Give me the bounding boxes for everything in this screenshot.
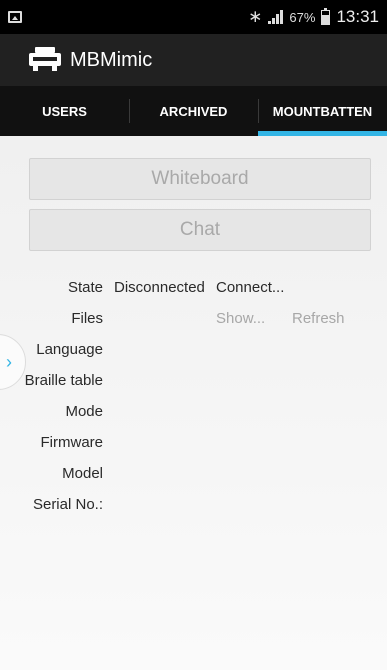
battery-percentage: 67% [289, 9, 316, 25]
braille-table-label: Braille table [24, 372, 103, 389]
tab-mountbatten[interactable]: MOUNTBATTEN [258, 86, 387, 136]
state-value: Disconnected [114, 279, 205, 296]
connect-button[interactable]: Connect... [216, 279, 284, 296]
info-row-serial: Serial No.: [0, 496, 387, 520]
language-label: Language [36, 341, 103, 358]
info-row-mode: Mode [0, 403, 387, 427]
mode-label: Mode [65, 403, 103, 420]
battery-icon [321, 7, 331, 25]
braille-printer-icon[interactable] [28, 47, 62, 73]
status-clock: 13:31 [336, 7, 379, 26]
state-label: State [67, 279, 103, 296]
files-label: Files [71, 310, 103, 327]
tab-users[interactable]: USERS [0, 86, 129, 136]
firmware-label: Firmware [40, 434, 104, 451]
signal-strength-icon [268, 10, 284, 24]
mountbatten-panel: Whiteboard Chat State Disconnected Conne… [0, 136, 387, 670]
bluetooth-icon: ∗ [248, 7, 263, 26]
info-row-firmware: Firmware [0, 434, 387, 458]
info-row-braille-table: Braille table [0, 372, 387, 396]
app-title: MBMimic [70, 48, 153, 71]
refresh-button[interactable]: Refresh [292, 310, 345, 327]
status-bar: ∗ 67% 13:31 [0, 0, 387, 34]
serial-number-label: Serial No.: [32, 496, 103, 513]
info-row-model: Model [0, 465, 387, 489]
model-label: Model [62, 465, 103, 482]
chevron-right-icon: › [6, 351, 12, 372]
tab-bar: USERS ARCHIVED MOUNTBATTEN [0, 86, 387, 136]
tab-archived[interactable]: ARCHIVED [129, 86, 258, 136]
whiteboard-button[interactable]: Whiteboard [29, 158, 371, 200]
info-row-state: State Disconnected Connect... [0, 279, 387, 303]
gallery-notification-icon [8, 11, 22, 23]
show-files-button[interactable]: Show... [216, 310, 265, 327]
info-row-files: Files Show... Refresh [0, 310, 387, 334]
chat-button[interactable]: Chat [29, 209, 371, 251]
app-bar: MBMimic [0, 34, 387, 86]
info-row-language: Language [0, 341, 387, 365]
